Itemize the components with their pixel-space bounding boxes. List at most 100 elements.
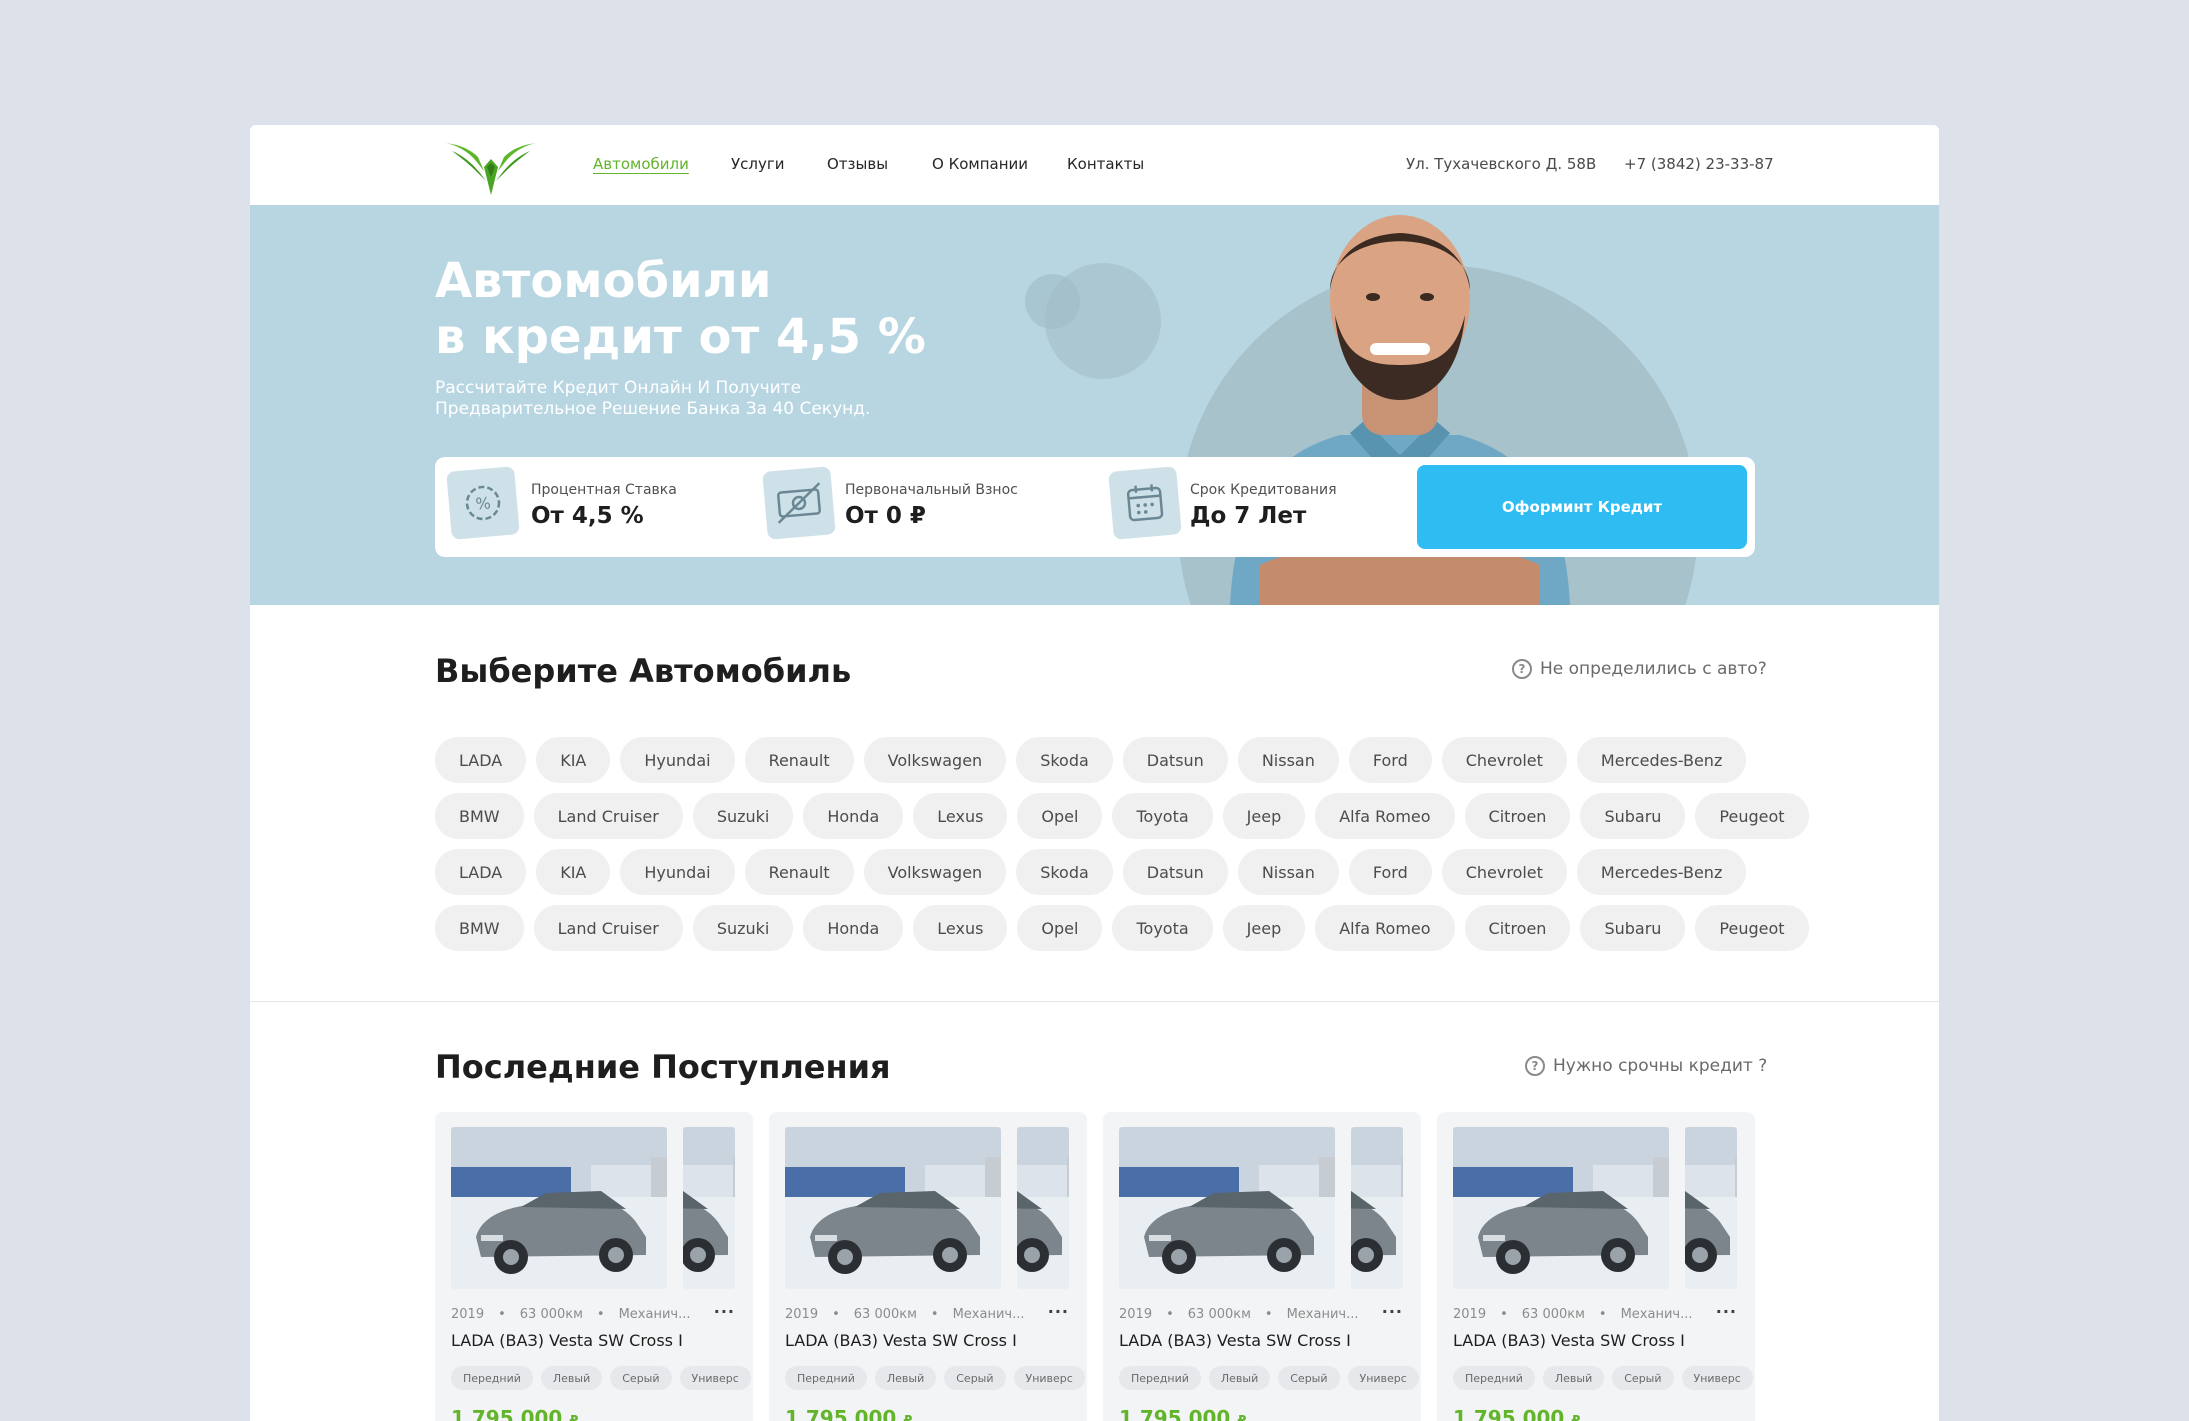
car-tag: Серый: [610, 1366, 672, 1390]
car-tag: Левый: [540, 1366, 603, 1390]
separator-dot: •: [832, 1307, 840, 1322]
nav-item-services[interactable]: Услуги: [731, 155, 784, 173]
brand-chip[interactable]: Peugeot: [1695, 793, 1809, 839]
header-address: Ул. Тухачевского Д. 58В: [1406, 155, 1597, 173]
brand-filter-list: LADA KIA Hyundai Renault Volkswagen Skoda Dats…: [435, 737, 1809, 961]
brand-chip[interactable]: LADA: [435, 849, 527, 895]
car-title[interactable]: LADA (ВАЗ) Vesta SW Cross I: [1119, 1331, 1351, 1350]
more-options-icon[interactable]: ···: [1048, 1302, 1069, 1321]
brand-chip[interactable]: Citroen: [1464, 793, 1571, 839]
car-tag: Левый: [1542, 1366, 1605, 1390]
brand-chip[interactable]: Hyundai: [620, 849, 735, 895]
brand-chip[interactable]: Alfa Romeo: [1315, 793, 1455, 839]
nav-item-reviews[interactable]: Отзывы: [827, 155, 888, 173]
car-photo-image: [1351, 1127, 1403, 1289]
car-card[interactable]: 2019 • 63 000км • Механич... ··· LADA (ВАЗ) Ve…: [435, 1112, 753, 1421]
separator-dot: •: [930, 1307, 939, 1322]
brand-chip[interactable]: Suzuki: [692, 905, 794, 951]
nav-item-cars[interactable]: Автомобили: [593, 155, 689, 173]
car-photo-main[interactable]: [1453, 1127, 1669, 1289]
brand-chip[interactable]: Chevrolet: [1441, 737, 1567, 783]
car-year: 2019: [785, 1307, 819, 1322]
car-price-value: 1 795 000: [1453, 1406, 1565, 1421]
brand-chip[interactable]: Nissan: [1237, 849, 1339, 895]
car-tag: Универс: [679, 1366, 751, 1390]
brand-chip[interactable]: Jeep: [1222, 793, 1306, 839]
brand-chip[interactable]: Chevrolet: [1441, 849, 1567, 895]
brand-chip[interactable]: Mercedes-Benz: [1576, 737, 1747, 783]
brands-help-link[interactable]: ? Не определились с авто?: [1512, 659, 1767, 679]
brand-chip[interactable]: Peugeot: [1695, 905, 1809, 951]
more-options-icon[interactable]: ···: [1382, 1302, 1403, 1321]
car-tag: Передний: [1453, 1366, 1535, 1390]
apply-credit-button[interactable]: Оформинт Кредит: [1417, 465, 1747, 549]
car-photo-main[interactable]: [785, 1127, 1001, 1289]
brand-chip[interactable]: Datsun: [1122, 737, 1228, 783]
nav-item-about[interactable]: О Компании: [932, 155, 1028, 173]
brand-chip[interactable]: Skoda: [1016, 849, 1113, 895]
stat-term-value: До 7 Лет: [1190, 503, 1307, 529]
brand-chip[interactable]: Ford: [1348, 737, 1432, 783]
brand-chip[interactable]: Renault: [744, 849, 854, 895]
car-tags: Передний Левый Серый Универс: [785, 1366, 1085, 1390]
brand-chip[interactable]: Toyota: [1112, 905, 1213, 951]
brand-chip[interactable]: BMW: [435, 905, 524, 951]
car-photo-thumb[interactable]: [1351, 1127, 1403, 1289]
brand-chip[interactable]: Opel: [1017, 793, 1103, 839]
brand-chip[interactable]: Opel: [1017, 905, 1103, 951]
eagle-logo-icon[interactable]: [446, 137, 536, 195]
brand-chip[interactable]: Lexus: [913, 905, 1008, 951]
brand-chip[interactable]: Volkswagen: [863, 849, 1007, 895]
car-mileage: 63 000км: [1521, 1307, 1585, 1322]
header-phone[interactable]: +7 (3842) 23-33-87: [1624, 155, 1774, 173]
brand-chip[interactable]: Land Cruiser: [533, 793, 683, 839]
brand-chip[interactable]: Skoda: [1016, 737, 1113, 783]
brand-chip[interactable]: Toyota: [1112, 793, 1213, 839]
car-title[interactable]: LADA (ВАЗ) Vesta SW Cross I: [451, 1331, 683, 1350]
car-photo-thumb[interactable]: [1685, 1127, 1737, 1289]
car-card[interactable]: 2019 • 63 000км • Механич... ··· LADA (ВАЗ) Ve…: [1103, 1112, 1421, 1421]
brand-chip[interactable]: Nissan: [1237, 737, 1339, 783]
brand-chip[interactable]: KIA: [536, 737, 611, 783]
brand-chip[interactable]: BMW: [435, 793, 524, 839]
brand-chip[interactable]: LADA: [435, 737, 527, 783]
car-card[interactable]: 2019 • 63 000км • Механич... ··· LADA (ВАЗ) Ve…: [1437, 1112, 1755, 1421]
brand-chip[interactable]: Alfa Romeo: [1315, 905, 1455, 951]
car-transmission: Механич...: [1620, 1307, 1693, 1322]
car-tag: Серый: [944, 1366, 1006, 1390]
brand-chip[interactable]: Ford: [1348, 849, 1432, 895]
more-options-icon[interactable]: ···: [714, 1302, 735, 1321]
car-photo-thumb[interactable]: [1017, 1127, 1069, 1289]
nav-item-contacts[interactable]: Контакты: [1067, 155, 1144, 173]
brand-chip[interactable]: Honda: [803, 793, 904, 839]
car-tag: Серый: [1278, 1366, 1340, 1390]
brand-chip[interactable]: Jeep: [1222, 905, 1306, 951]
car-card[interactable]: 2019 • 63 000км • Механич... ··· LADA (ВАЗ) Ve…: [769, 1112, 1087, 1421]
brand-chip[interactable]: Hyundai: [620, 737, 735, 783]
car-transmission: Механич...: [618, 1307, 691, 1322]
car-title[interactable]: LADA (ВАЗ) Vesta SW Cross I: [1453, 1331, 1685, 1350]
brand-chip[interactable]: Datsun: [1122, 849, 1228, 895]
brand-chip[interactable]: Suzuki: [692, 793, 794, 839]
brand-chip[interactable]: Citroen: [1464, 905, 1571, 951]
brand-chip[interactable]: Volkswagen: [863, 737, 1007, 783]
separator-dot: •: [1500, 1307, 1508, 1322]
car-photo-image: [1017, 1127, 1069, 1289]
brand-chip[interactable]: Mercedes-Benz: [1576, 849, 1747, 895]
latest-help-link[interactable]: ? Нужно срочны кредит ?: [1525, 1056, 1767, 1076]
brand-chip[interactable]: Land Cruiser: [533, 905, 683, 951]
brand-chip[interactable]: Subaru: [1580, 905, 1686, 951]
car-mileage: 63 000км: [519, 1307, 583, 1322]
car-photo-main[interactable]: [451, 1127, 667, 1289]
car-photo-main[interactable]: [1119, 1127, 1335, 1289]
brand-chip[interactable]: Lexus: [913, 793, 1008, 839]
brand-chip[interactable]: KIA: [536, 849, 611, 895]
car-meta: 2019 • 63 000км • Механич...: [785, 1307, 1025, 1322]
brands-help-text: Не определились с авто?: [1540, 659, 1767, 679]
more-options-icon[interactable]: ···: [1716, 1302, 1737, 1321]
car-title[interactable]: LADA (ВАЗ) Vesta SW Cross I: [785, 1331, 1017, 1350]
car-photo-thumb[interactable]: [683, 1127, 735, 1289]
brand-chip[interactable]: Renault: [744, 737, 854, 783]
brand-chip[interactable]: Subaru: [1580, 793, 1686, 839]
brand-chip[interactable]: Honda: [803, 905, 904, 951]
